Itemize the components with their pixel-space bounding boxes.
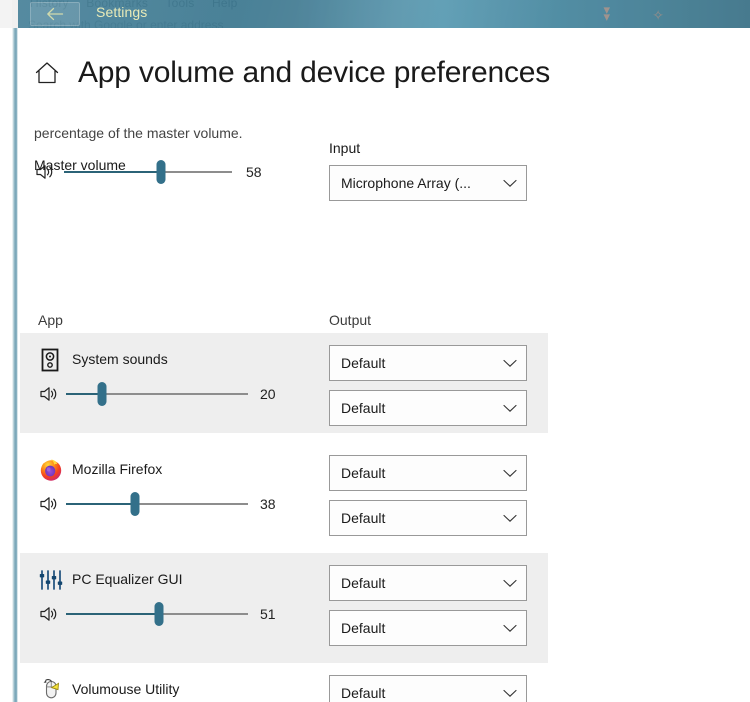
chevron-down-icon xyxy=(503,179,517,187)
app-icon xyxy=(38,347,64,373)
app-icon xyxy=(38,677,64,702)
app-slider-rest xyxy=(135,503,248,505)
chevron-down-icon xyxy=(503,579,517,587)
app-name: PC Equalizer GUI xyxy=(72,571,183,587)
mouse-icon xyxy=(43,679,60,699)
page-description: percentage of the master volume. xyxy=(34,125,243,141)
app-name: System sounds xyxy=(72,351,168,367)
app-input-dropdown[interactable]: Default xyxy=(329,500,527,536)
speaker-icon xyxy=(40,607,57,621)
speaker-icon-wrap xyxy=(38,383,60,405)
window-title: Settings xyxy=(96,4,148,20)
screen: History Bookmarks Tools Help Search with… xyxy=(0,0,750,702)
input-device-dropdown[interactable]: Microphone Array (... xyxy=(329,165,527,201)
ghost-star-icon: ✧ xyxy=(652,7,664,23)
app-output-value: Default xyxy=(341,685,386,701)
app-input-dropdown[interactable]: Default xyxy=(329,390,527,426)
firefox-icon xyxy=(40,459,62,481)
app-volume-value: 38 xyxy=(260,496,276,512)
column-header-app-line1: App xyxy=(38,312,63,328)
loudspeaker-icon xyxy=(41,348,59,372)
app-input-value: Default xyxy=(341,620,386,636)
app-slider-fill xyxy=(66,613,159,615)
app-input-dropdown[interactable]: Default xyxy=(329,610,527,646)
page-title: App volume and device preferences xyxy=(78,56,551,89)
app-row: Mozilla Firefox 38 Default Default xyxy=(20,443,548,553)
app-volume-value: 51 xyxy=(260,606,276,622)
app-slider-fill xyxy=(66,503,136,505)
input-device-label: Input xyxy=(329,140,361,156)
settings-titlebar: Settings ▾ ▾ ✧ xyxy=(18,0,750,28)
speaker-icon-wrap xyxy=(38,603,60,625)
app-row: Volumouse Utility Default xyxy=(20,663,548,702)
app-volume-value: 20 xyxy=(260,386,276,402)
master-volume-slider-row: 58 xyxy=(34,160,262,184)
app-volume-track[interactable] xyxy=(66,602,248,626)
app-output-dropdown[interactable]: Default xyxy=(329,675,527,702)
speaker-icon-wrap xyxy=(38,493,60,515)
app-output-value: Default xyxy=(341,355,386,371)
master-slider-thumb[interactable] xyxy=(156,160,166,184)
app-input-value: Default xyxy=(341,510,386,526)
app-output-dropdown[interactable]: Default xyxy=(329,455,527,491)
master-slider-rest xyxy=(161,171,232,173)
app-input-value: Default xyxy=(341,400,386,416)
app-icon xyxy=(38,457,64,483)
speaker-icon xyxy=(40,387,57,401)
app-volume-slider-row: 38 xyxy=(38,492,276,516)
app-output-value: Default xyxy=(341,575,386,591)
app-row: System sounds 20 Default Default xyxy=(20,333,548,433)
chevron-down-icon xyxy=(503,469,517,477)
back-arrow-icon xyxy=(47,7,64,21)
chevron-down-icon xyxy=(503,404,517,412)
app-output-value: Default xyxy=(341,465,386,481)
equalizer-icon xyxy=(39,570,63,590)
settings-content: App volume and device preferences percen… xyxy=(18,28,750,702)
master-slider-fill xyxy=(64,171,162,173)
app-volume-slider-row: 20 xyxy=(38,382,276,406)
speaker-icon xyxy=(36,165,53,179)
app-name: Volumouse Utility xyxy=(72,681,180,697)
chevron-down-icon xyxy=(503,514,517,522)
chevron-down-icon xyxy=(503,624,517,632)
master-volume-track[interactable] xyxy=(64,160,232,184)
app-output-dropdown[interactable]: Default xyxy=(329,565,527,601)
input-device-value: Microphone Array (... xyxy=(341,175,471,191)
master-volume-value: 58 xyxy=(246,164,262,180)
app-output-dropdown[interactable]: Default xyxy=(329,345,527,381)
speaker-icon xyxy=(40,497,57,511)
app-icon xyxy=(38,567,64,593)
ghost-download-icon: ▾ ▾ xyxy=(603,2,610,24)
chevron-down-icon xyxy=(503,359,517,367)
page-header: App volume and device preferences xyxy=(34,56,550,90)
app-volume-slider-row: 51 xyxy=(38,602,276,626)
app-volume-track[interactable] xyxy=(66,382,248,406)
app-volume-track[interactable] xyxy=(66,492,248,516)
column-header-output-line1: Output xyxy=(329,312,372,328)
app-slider-rest xyxy=(102,393,248,395)
chevron-down-icon xyxy=(503,689,517,697)
app-slider-thumb[interactable] xyxy=(154,602,164,626)
app-row: PC Equalizer GUI 51 Default Default xyxy=(20,553,548,663)
back-button[interactable] xyxy=(30,2,80,26)
home-icon[interactable] xyxy=(34,60,60,86)
app-slider-rest xyxy=(158,613,248,615)
app-slider-thumb[interactable] xyxy=(130,492,140,516)
app-name: Mozilla Firefox xyxy=(72,461,163,477)
app-slider-thumb[interactable] xyxy=(97,382,107,406)
